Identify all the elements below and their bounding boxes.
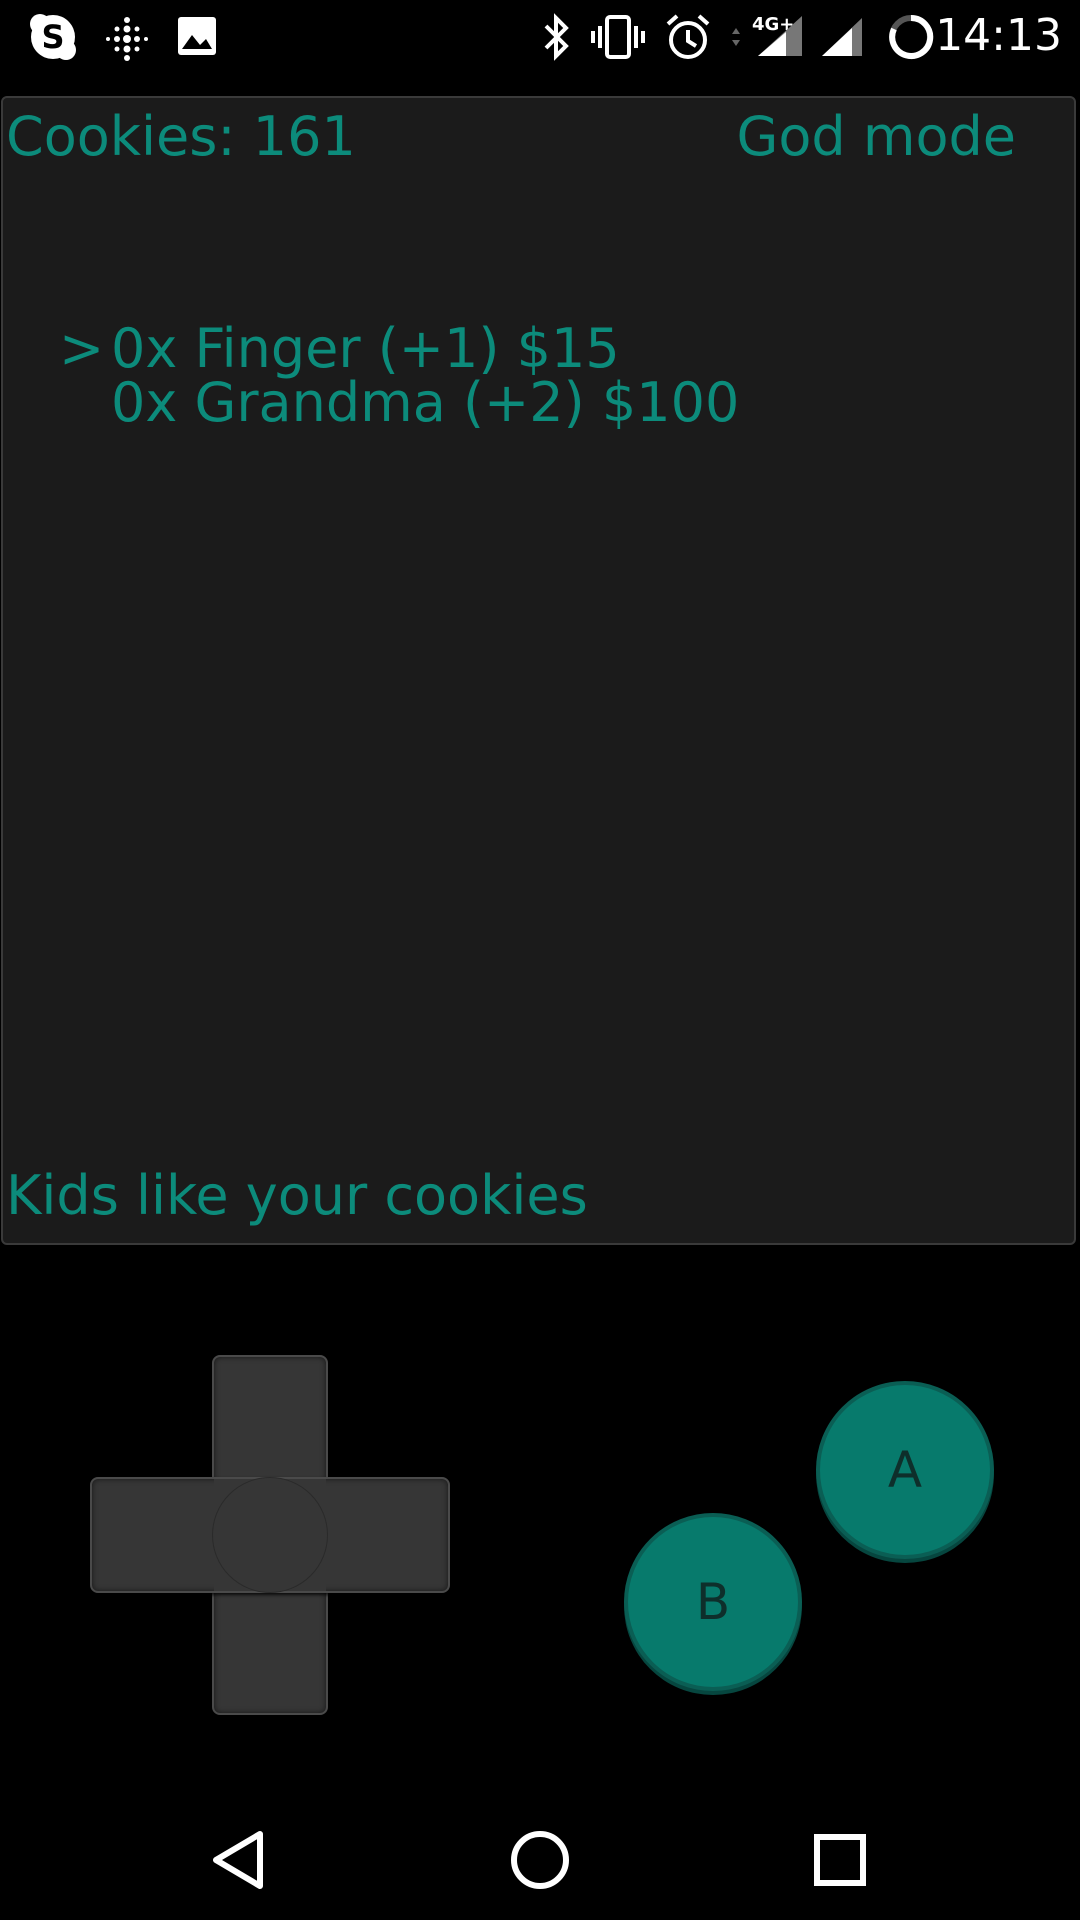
status-message: Kids like your cookies [6,1164,588,1227]
home-icon[interactable] [500,1820,580,1900]
network-4g-plus-icon: 4G+ [728,10,806,70]
battery-icon [886,12,936,66]
vibrate-icon [590,14,646,64]
alarm-icon [664,12,712,66]
status-bar: S 4G+ 14:13 [0,0,1080,75]
skype-icon: S [28,12,78,66]
fitbit-icon [103,12,151,66]
signal-icon [818,16,864,62]
gallery-icon [176,15,218,61]
shop-item-finger: 0x Finger (+1) $15 [111,317,620,380]
navigation-bar [0,1800,1080,1920]
b-button-label: B [695,1573,731,1631]
mode-label: God mode [736,105,1016,168]
shop-item-grandma: 0x Grandma (+2) $100 [111,371,740,434]
dpad[interactable] [90,1355,450,1715]
dpad-center [212,1477,328,1593]
a-button[interactable]: A [816,1381,994,1559]
bluetooth-icon [540,12,572,66]
game-screen: Cookies: 161 God mode > 0x Finger (+1) $… [1,96,1076,1245]
a-button-label: A [887,1441,923,1499]
selection-cursor: > [59,317,105,380]
b-button[interactable]: B [624,1513,802,1691]
clock: 14:13 [935,10,1062,61]
recents-icon[interactable] [800,1820,880,1900]
cookies-counter: Cookies: 161 [6,105,356,168]
svg-text:S: S [41,18,64,56]
back-icon[interactable] [200,1820,280,1900]
